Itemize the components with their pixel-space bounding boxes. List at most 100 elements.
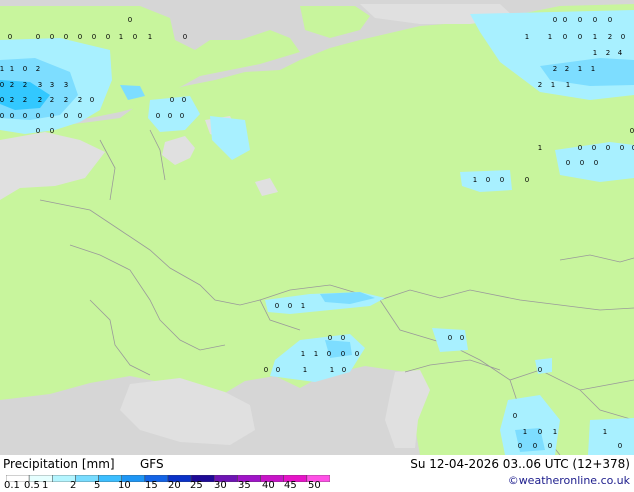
precip-value: 1 bbox=[525, 33, 529, 41]
precip-value: 0 bbox=[563, 16, 567, 24]
precip-value: 4 bbox=[618, 49, 623, 57]
precip-value: 0 bbox=[170, 96, 174, 104]
precip-value: 0 bbox=[168, 112, 172, 120]
precip-value: 0 bbox=[578, 16, 582, 24]
precip-value: 0 bbox=[0, 96, 4, 104]
precip-value: 0 bbox=[50, 112, 54, 120]
precip-value: 0 bbox=[78, 33, 82, 41]
precip-value: 1 bbox=[0, 65, 4, 73]
precip-value: 2 bbox=[10, 81, 14, 89]
scale-label: 0.5 bbox=[24, 480, 40, 491]
scale-label: 45 bbox=[284, 480, 297, 491]
precip-value: 2 bbox=[38, 96, 42, 104]
product-title: Precipitation [mm] bbox=[3, 457, 115, 471]
map-footer: Precipitation [mm] GFS Su 12-04-2026 03.… bbox=[0, 455, 634, 492]
precip-value: 1 bbox=[10, 65, 14, 73]
precip-value: 0 bbox=[355, 350, 359, 358]
precip-value: 0 bbox=[460, 334, 464, 342]
precip-value: 0 bbox=[580, 159, 584, 167]
precip-value: 1 bbox=[303, 366, 307, 374]
precip-value: 1 bbox=[330, 366, 334, 374]
precip-value: 0 bbox=[133, 33, 137, 41]
precip-value: 0 bbox=[620, 144, 624, 152]
precip-value: 0 bbox=[448, 334, 452, 342]
precip-value: 0 bbox=[563, 33, 567, 41]
precip-value: 0 bbox=[500, 176, 504, 184]
precip-value: 2 bbox=[553, 65, 557, 73]
precip-value: 0 bbox=[342, 366, 346, 374]
scale-label: 30 bbox=[214, 480, 227, 491]
precip-value: 0 bbox=[92, 33, 96, 41]
scale-label: 2 bbox=[70, 480, 77, 491]
precip-value: 1 bbox=[566, 81, 570, 89]
scale-label: 1 bbox=[42, 480, 49, 491]
precip-value: 2 bbox=[23, 81, 27, 89]
precip-value: 0 bbox=[128, 16, 132, 24]
precip-value: 0 bbox=[341, 350, 345, 358]
precip-value: 0 bbox=[538, 366, 542, 374]
precip-value: 0 bbox=[50, 33, 54, 41]
precip-value: 0 bbox=[621, 33, 625, 41]
precip-value: 0 bbox=[78, 112, 82, 120]
scale-label: 50 bbox=[308, 480, 321, 491]
precip-value: 1 bbox=[314, 350, 318, 358]
precip-value: 2 bbox=[606, 49, 610, 57]
precip-value: 0 bbox=[618, 442, 622, 450]
precipitation-map: 0 0 0 0 0 00 0 0 0 0 0 0 1 0 1 0 1 1 0 0 1 2 01 2 41 1 0 2 2 2 1 10 2 2 3 3… bbox=[0, 0, 634, 455]
precip-value: 0 bbox=[182, 96, 186, 104]
precip-far-southeast bbox=[588, 418, 634, 455]
precip-value: 1 bbox=[591, 65, 595, 73]
precip-value: 1 bbox=[301, 302, 305, 310]
precip-value: 3 bbox=[50, 81, 54, 89]
precip-value: 0 bbox=[23, 65, 27, 73]
precip-value: 0 bbox=[525, 176, 529, 184]
precip-value: 0 bbox=[36, 112, 40, 120]
precip-value: 0 bbox=[606, 144, 610, 152]
precip-value: 1 bbox=[578, 65, 582, 73]
precip-value: 1 bbox=[593, 49, 597, 57]
scale-labels: 0.1 0.5 1 2 5 10 15 20 25 30 35 40 45 50 bbox=[0, 480, 330, 492]
scale-label: 0.1 bbox=[4, 480, 20, 491]
precip-value: 0 bbox=[486, 176, 490, 184]
precip-value: 0 bbox=[578, 144, 582, 152]
precip-value: 1 bbox=[548, 33, 552, 41]
precip-value: 0 bbox=[8, 33, 12, 41]
precip-value: 2 bbox=[50, 96, 54, 104]
precip-value: 1 bbox=[523, 428, 527, 436]
precip-value: 2 bbox=[538, 81, 542, 89]
precip-value: 0 bbox=[328, 334, 332, 342]
precip-value: 0 bbox=[10, 112, 14, 120]
precip-value: 0 bbox=[64, 112, 68, 120]
precip-value: 3 bbox=[64, 81, 68, 89]
valid-time: Su 12-04-2026 03..06 UTC (12+378) bbox=[410, 457, 630, 471]
precip-value: 1 bbox=[473, 176, 477, 184]
precip-value: 0 bbox=[538, 428, 542, 436]
precip-value: 0 bbox=[275, 302, 279, 310]
scale-label: 5 bbox=[94, 480, 101, 491]
precip-value: 0 bbox=[90, 96, 94, 104]
precip-value: 1 bbox=[593, 33, 597, 41]
scale-label: 25 bbox=[190, 480, 203, 491]
precip-value: 2 bbox=[10, 96, 14, 104]
precip-value: 0 bbox=[548, 442, 552, 450]
scale-label: 15 bbox=[145, 480, 158, 491]
scale-label: 35 bbox=[238, 480, 251, 491]
precip-value: 1 bbox=[119, 33, 123, 41]
precip-value: 1 bbox=[553, 428, 557, 436]
precip-value: 2 bbox=[23, 96, 27, 104]
precip-value: 0 bbox=[36, 33, 40, 41]
precip-value: 0 bbox=[593, 16, 597, 24]
precip-value: 0 bbox=[513, 412, 517, 420]
precip-value: 0 bbox=[592, 144, 596, 152]
precip-value: 0 bbox=[64, 33, 68, 41]
precip-value: 0 bbox=[276, 366, 280, 374]
precip-value: 0 bbox=[106, 33, 110, 41]
precip-value: 1 bbox=[603, 428, 607, 436]
precip-value: 1 bbox=[538, 144, 542, 152]
precip-value: 0 bbox=[533, 442, 537, 450]
precip-value: 0 bbox=[630, 127, 634, 135]
precip-value: 0 bbox=[341, 334, 345, 342]
precip-value: 1 bbox=[301, 350, 305, 358]
precip-value: 0 bbox=[578, 33, 582, 41]
model-name: GFS bbox=[140, 457, 164, 471]
